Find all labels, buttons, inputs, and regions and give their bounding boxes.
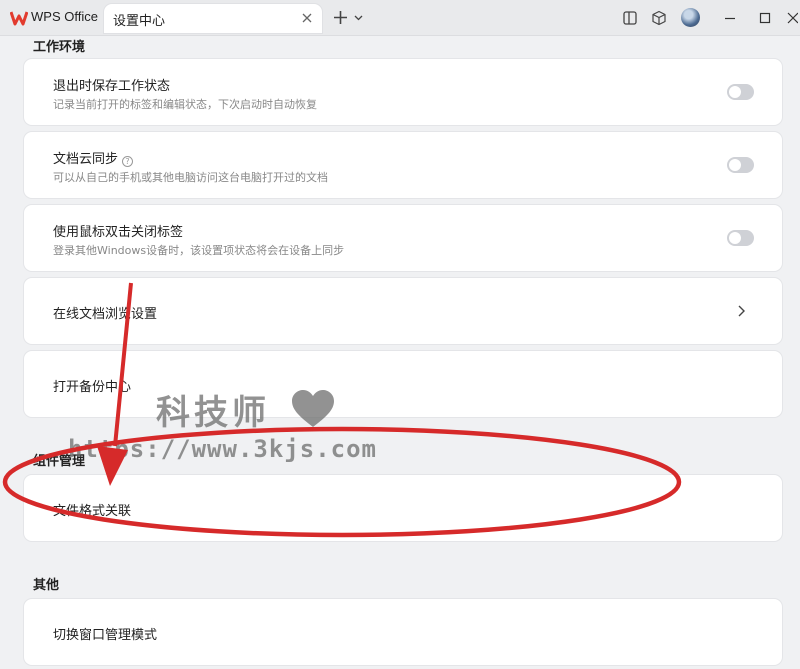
setting-desc: 登录其他Windows设备时，该设置项状态将会在设备上同步: [53, 244, 345, 257]
setting-cloud-sync: 文档云同步? 可以从自己的手机或其他电脑访问这台电脑打开过的文档: [24, 132, 782, 198]
setting-save-work-state: 退出时保存工作状态 记录当前打开的标签和编辑状态，下次启动时自动恢复: [24, 59, 782, 125]
chevron-down-icon[interactable]: [354, 13, 363, 22]
app-name[interactable]: WPS Office: [31, 9, 98, 24]
window-close-icon[interactable]: [786, 10, 798, 26]
setting-title: 文档云同步?: [53, 148, 134, 167]
wps-logo-icon: [10, 11, 28, 26]
tab-settings[interactable]: 设置中心: [104, 4, 322, 33]
chevron-right-icon: [738, 305, 745, 317]
save-work-state-toggle[interactable]: [727, 84, 754, 100]
setting-title-text: 文档云同步: [53, 152, 119, 167]
setting-desc: 可以从自己的手机或其他电脑访问这台电脑打开过的文档: [53, 171, 328, 184]
sidebar-toggle-icon[interactable]: [622, 10, 638, 26]
setting-title: 切换窗口管理模式: [53, 628, 158, 643]
cube-icon[interactable]: [651, 10, 667, 26]
setting-file-association[interactable]: 文件格式关联: [24, 475, 782, 541]
setting-desc: 记录当前打开的标签和编辑状态，下次启动时自动恢复: [53, 98, 317, 111]
plus-icon[interactable]: [333, 10, 348, 25]
cloud-sync-toggle[interactable]: [727, 157, 754, 173]
setting-title: 文件格式关联: [53, 504, 132, 519]
section-title-other: 其他: [33, 578, 60, 593]
minimize-icon[interactable]: [722, 10, 738, 26]
title-bar: WPS Office 设置中心: [0, 0, 800, 36]
maximize-icon[interactable]: [757, 10, 773, 26]
section-title-work-env: 工作环境: [33, 40, 86, 55]
setting-title: 退出时保存工作状态: [53, 79, 171, 94]
avatar[interactable]: [681, 8, 700, 27]
close-icon[interactable]: [300, 11, 314, 25]
setting-dblclick-close-tab: 使用鼠标双击关闭标签 登录其他Windows设备时，该设置项状态将会在设备上同步: [24, 205, 782, 271]
setting-title: 使用鼠标双击关闭标签: [53, 225, 184, 240]
setting-window-mode[interactable]: 切换窗口管理模式: [24, 599, 782, 665]
help-icon[interactable]: ?: [122, 156, 134, 167]
setting-backup-center[interactable]: 打开备份中心: [24, 351, 782, 417]
setting-online-doc-browse[interactable]: 在线文档浏览设置: [24, 278, 782, 344]
section-title-components: 组件管理: [33, 454, 86, 469]
setting-title: 在线文档浏览设置: [53, 307, 158, 322]
setting-title: 打开备份中心: [53, 380, 132, 395]
tab-label: 设置中心: [113, 14, 166, 29]
dblclick-close-tab-toggle[interactable]: [727, 230, 754, 246]
watermark-url: https://www.3kjs.com: [68, 435, 377, 463]
